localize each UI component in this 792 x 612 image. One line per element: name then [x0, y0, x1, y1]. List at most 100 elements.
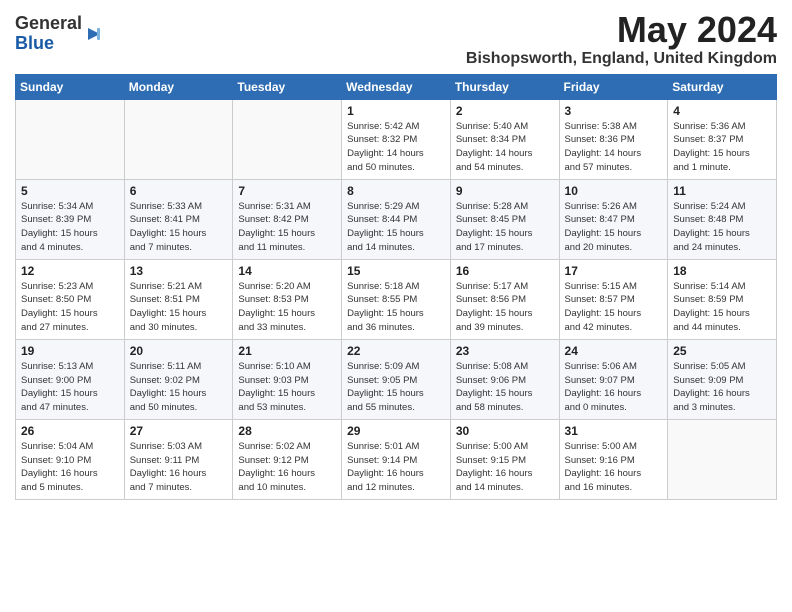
calendar-cell: 13Sunrise: 5:21 AMSunset: 8:51 PMDayligh…	[124, 259, 233, 339]
day-number: 17	[565, 264, 663, 278]
calendar-cell: 15 Sunrise: 5:18 AMSunset: 8:55 PMDayligh…	[342, 259, 451, 339]
calendar-cell: 12 Sunrise: 5:23 AMSunset: 8:50 PMDayligh…	[16, 259, 125, 339]
day-number: 4	[673, 104, 771, 118]
day-info: Sunrise: 5:33 AMSunset: 8:41 PMDaylight:…	[130, 200, 228, 255]
header: General Blue May 2024 Bishopsworth, Engl…	[15, 10, 777, 68]
day-info: Sunrise: 5:18 AMSunset: 8:55 PMDaylight:…	[347, 280, 445, 335]
day-number: 28	[238, 424, 336, 438]
logo: General Blue	[15, 14, 104, 54]
day-number: 22	[347, 344, 445, 358]
calendar-cell: 31 Sunrise: 5:00 AMSunset: 9:16 PMDayligh…	[559, 419, 668, 499]
calendar-cell: 10Sunrise: 5:26 AMSunset: 8:47 PMDayligh…	[559, 179, 668, 259]
week-row-3: 12 Sunrise: 5:23 AMSunset: 8:50 PMDayligh…	[16, 259, 777, 339]
day-info: Sunrise: 5:08 AMSunset: 9:06 PMDaylight:…	[456, 360, 554, 415]
day-info: Sunrise: 5:29 AMSunset: 8:44 PMDaylight:…	[347, 200, 445, 255]
day-number: 27	[130, 424, 228, 438]
calendar-cell	[16, 99, 125, 179]
day-info: Sunrise: 5:09 AMSunset: 9:05 PMDaylight:…	[347, 360, 445, 415]
day-number: 24	[565, 344, 663, 358]
day-number: 31	[565, 424, 663, 438]
calendar-cell: 26 Sunrise: 5:04 AMSunset: 9:10 PMDayligh…	[16, 419, 125, 499]
week-row-5: 26 Sunrise: 5:04 AMSunset: 9:10 PMDayligh…	[16, 419, 777, 499]
month-title: May 2024	[466, 10, 777, 50]
day-info: Sunrise: 5:10 AMSunset: 9:03 PMDaylight:…	[238, 360, 336, 415]
day-info: Sunrise: 5:38 AMSunset: 8:36 PMDaylight:…	[565, 120, 663, 175]
calendar-cell: 7Sunrise: 5:31 AMSunset: 8:42 PMDaylight…	[233, 179, 342, 259]
week-row-4: 19 Sunrise: 5:13 AMSunset: 9:00 PMDayligh…	[16, 339, 777, 419]
calendar-cell: 21 Sunrise: 5:10 AMSunset: 9:03 PMDayligh…	[233, 339, 342, 419]
calendar-cell: 28 Sunrise: 5:02 AMSunset: 9:12 PMDayligh…	[233, 419, 342, 499]
day-number: 2	[456, 104, 554, 118]
day-info: Sunrise: 5:05 AMSunset: 9:09 PMDaylight:…	[673, 360, 771, 415]
col-thursday: Thursday	[450, 74, 559, 99]
calendar-cell: 27 Sunrise: 5:03 AMSunset: 9:11 PMDayligh…	[124, 419, 233, 499]
calendar-cell: 30Sunrise: 5:00 AMSunset: 9:15 PMDayligh…	[450, 419, 559, 499]
day-info: Sunrise: 5:40 AMSunset: 8:34 PMDaylight:…	[456, 120, 554, 175]
day-info: Sunrise: 5:00 AMSunset: 9:16 PMDaylight:…	[565, 440, 663, 495]
day-info: Sunrise: 5:23 AMSunset: 8:50 PMDaylight:…	[21, 280, 119, 335]
calendar-cell: 23 Sunrise: 5:08 AMSunset: 9:06 PMDayligh…	[450, 339, 559, 419]
logo-icon	[84, 24, 104, 44]
day-number: 21	[238, 344, 336, 358]
day-number: 10	[565, 184, 663, 198]
day-number: 19	[21, 344, 119, 358]
calendar-table: Sunday Monday Tuesday Wednesday Thursday…	[15, 74, 777, 500]
logo-blue: Blue	[15, 33, 54, 53]
calendar-cell: 25Sunrise: 5:05 AMSunset: 9:09 PMDayligh…	[668, 339, 777, 419]
day-info: Sunrise: 5:14 AMSunset: 8:59 PMDaylight:…	[673, 280, 771, 335]
logo-text: General Blue	[15, 14, 82, 54]
calendar-cell	[668, 419, 777, 499]
day-info: Sunrise: 5:31 AMSunset: 8:42 PMDaylight:…	[238, 200, 336, 255]
calendar-cell: 4 Sunrise: 5:36 AMSunset: 8:37 PMDaylight…	[668, 99, 777, 179]
col-tuesday: Tuesday	[233, 74, 342, 99]
calendar-cell: 1Sunrise: 5:42 AMSunset: 8:32 PMDaylight…	[342, 99, 451, 179]
calendar-cell: 6 Sunrise: 5:33 AMSunset: 8:41 PMDaylight…	[124, 179, 233, 259]
day-info: Sunrise: 5:36 AMSunset: 8:37 PMDaylight:…	[673, 120, 771, 175]
day-number: 14	[238, 264, 336, 278]
header-row: Sunday Monday Tuesday Wednesday Thursday…	[16, 74, 777, 99]
day-info: Sunrise: 5:01 AMSunset: 9:14 PMDaylight:…	[347, 440, 445, 495]
day-number: 20	[130, 344, 228, 358]
calendar-cell: 16 Sunrise: 5:17 AMSunset: 8:56 PMDayligh…	[450, 259, 559, 339]
day-number: 18	[673, 264, 771, 278]
col-wednesday: Wednesday	[342, 74, 451, 99]
week-row-1: 1Sunrise: 5:42 AMSunset: 8:32 PMDaylight…	[16, 99, 777, 179]
page: General Blue May 2024 Bishopsworth, Engl…	[0, 0, 792, 510]
day-number: 3	[565, 104, 663, 118]
day-number: 12	[21, 264, 119, 278]
day-number: 6	[130, 184, 228, 198]
calendar-cell: 11 Sunrise: 5:24 AMSunset: 8:48 PMDayligh…	[668, 179, 777, 259]
calendar-cell: 17 Sunrise: 5:15 AMSunset: 8:57 PMDayligh…	[559, 259, 668, 339]
calendar-cell	[124, 99, 233, 179]
day-number: 29	[347, 424, 445, 438]
day-info: Sunrise: 5:04 AMSunset: 9:10 PMDaylight:…	[21, 440, 119, 495]
day-info: Sunrise: 5:06 AMSunset: 9:07 PMDaylight:…	[565, 360, 663, 415]
day-number: 26	[21, 424, 119, 438]
day-number: 23	[456, 344, 554, 358]
calendar-cell: 22 Sunrise: 5:09 AMSunset: 9:05 PMDayligh…	[342, 339, 451, 419]
day-info: Sunrise: 5:24 AMSunset: 8:48 PMDaylight:…	[673, 200, 771, 255]
calendar-cell: 8 Sunrise: 5:29 AMSunset: 8:44 PMDaylight…	[342, 179, 451, 259]
day-number: 15	[347, 264, 445, 278]
day-info: Sunrise: 5:03 AMSunset: 9:11 PMDaylight:…	[130, 440, 228, 495]
calendar-cell: 19 Sunrise: 5:13 AMSunset: 9:00 PMDayligh…	[16, 339, 125, 419]
day-info: Sunrise: 5:02 AMSunset: 9:12 PMDaylight:…	[238, 440, 336, 495]
day-info: Sunrise: 5:13 AMSunset: 9:00 PMDaylight:…	[21, 360, 119, 415]
day-info: Sunrise: 5:11 AMSunset: 9:02 PMDaylight:…	[130, 360, 228, 415]
day-number: 11	[673, 184, 771, 198]
calendar-cell: 3 Sunrise: 5:38 AMSunset: 8:36 PMDaylight…	[559, 99, 668, 179]
day-info: Sunrise: 5:20 AMSunset: 8:53 PMDaylight:…	[238, 280, 336, 335]
day-info: Sunrise: 5:28 AMSunset: 8:45 PMDaylight:…	[456, 200, 554, 255]
day-number: 8	[347, 184, 445, 198]
col-saturday: Saturday	[668, 74, 777, 99]
day-info: Sunrise: 5:34 AMSunset: 8:39 PMDaylight:…	[21, 200, 119, 255]
day-info: Sunrise: 5:15 AMSunset: 8:57 PMDaylight:…	[565, 280, 663, 335]
day-number: 13	[130, 264, 228, 278]
calendar-cell: 24 Sunrise: 5:06 AMSunset: 9:07 PMDayligh…	[559, 339, 668, 419]
day-number: 16	[456, 264, 554, 278]
calendar-cell: 18 Sunrise: 5:14 AMSunset: 8:59 PMDayligh…	[668, 259, 777, 339]
col-monday: Monday	[124, 74, 233, 99]
day-info: Sunrise: 5:17 AMSunset: 8:56 PMDaylight:…	[456, 280, 554, 335]
title-block: May 2024 Bishopsworth, England, United K…	[466, 10, 777, 68]
calendar-cell: 14 Sunrise: 5:20 AMSunset: 8:53 PMDayligh…	[233, 259, 342, 339]
